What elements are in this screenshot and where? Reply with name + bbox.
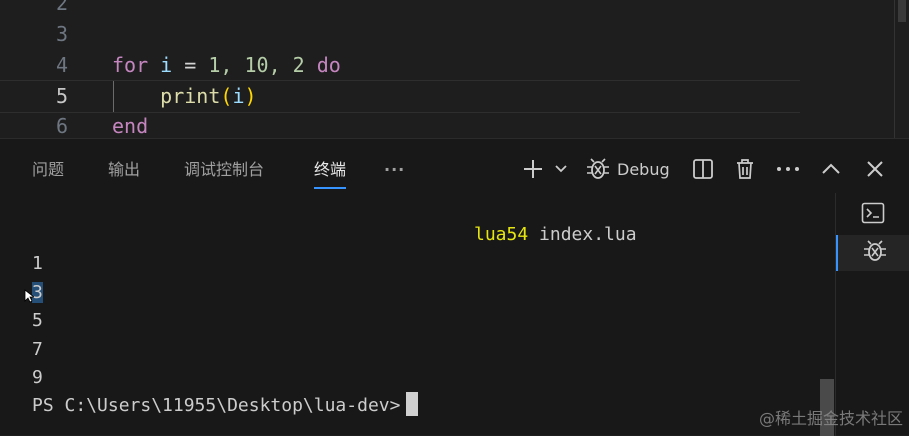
line-number: 2: [55, 0, 68, 15]
editor-line-4[interactable]: 4 for i = 1, 10, 2 do: [0, 50, 800, 81]
bottom-panel: 问题 输出 调试控制台 终端 ··· Debug lua54 index.lua…: [0, 138, 909, 436]
debug-icon: [862, 238, 888, 268]
terminal-output-line: 7: [32, 339, 43, 360]
code-text: for i = 1, 10, 2 do: [112, 53, 341, 77]
editor-scrollbar[interactable]: [894, 0, 909, 138]
code-text: print(i): [160, 84, 257, 108]
terminal-view[interactable]: lua54 index.lua 1 3 5 7 9 PS C:\Users\11…: [0, 193, 835, 436]
close-panel-button[interactable]: [862, 153, 888, 185]
ellipsis-icon: [776, 166, 800, 172]
debug-label: Debug: [617, 159, 670, 179]
line-number: 4: [55, 53, 68, 77]
more-tabs-button[interactable]: ···: [384, 157, 405, 187]
trash-icon: [735, 158, 755, 180]
text-cursor: [406, 392, 419, 416]
terminal-output-line: 1: [32, 253, 43, 274]
terminal-profile-dropdown[interactable]: [552, 153, 570, 185]
tab-output[interactable]: 输出: [108, 157, 140, 187]
command-echo: lua54 index.lua: [474, 224, 637, 245]
split-icon: [692, 158, 714, 180]
line-number: 5: [55, 84, 68, 108]
prompt-text: PS C:\Users\11955\Desktop\lua-dev>: [32, 395, 401, 416]
editor-line-2[interactable]: 2: [0, 0, 800, 19]
mouse-pointer-icon: [24, 288, 36, 307]
terminal-prompt-line[interactable]: PS C:\Users\11955\Desktop\lua-dev>: [32, 392, 419, 420]
editor-line-6[interactable]: 6 end: [0, 111, 800, 138]
terminal-output-line: 9: [32, 367, 43, 388]
watermark: @稀土掘金技术社区: [758, 409, 903, 428]
debug-icon: [585, 156, 611, 182]
tab-debug-console[interactable]: 调试控制台: [184, 157, 264, 187]
editor-line-3[interactable]: 3: [0, 19, 800, 50]
maximize-panel-button[interactable]: [818, 153, 844, 185]
terminal-icon: [861, 202, 885, 228]
chevron-down-icon: [554, 164, 568, 174]
tab-terminal[interactable]: 终端: [314, 157, 347, 189]
code-editor[interactable]: 2 3 4 for i = 1, 10, 2 do 5 print(i) 6 e…: [0, 0, 909, 138]
close-icon: [866, 160, 884, 178]
new-terminal-button[interactable]: [520, 153, 546, 185]
tab-problems[interactable]: 问题: [32, 157, 64, 187]
code-text: end: [112, 114, 149, 138]
plus-icon: [522, 158, 544, 180]
panel-tabs: 问题 输出 调试控制台 终端 ··· Debug: [0, 139, 909, 193]
kill-terminal-button[interactable]: [732, 153, 758, 185]
terminal-output-line: 5: [32, 310, 43, 331]
editor-line-5[interactable]: 5 print(i): [0, 80, 800, 113]
split-terminal-button[interactable]: [690, 153, 716, 185]
terminal-tabs-list: [835, 193, 909, 436]
more-actions-button[interactable]: [774, 153, 802, 185]
debug-terminal-selector[interactable]: Debug: [585, 153, 681, 185]
terminal-tab-powershell[interactable]: [836, 197, 909, 233]
line-number: 6: [55, 114, 68, 138]
terminal-tab-debug[interactable]: [836, 235, 909, 271]
line-number: 3: [55, 22, 68, 46]
chevron-up-icon: [821, 163, 841, 175]
